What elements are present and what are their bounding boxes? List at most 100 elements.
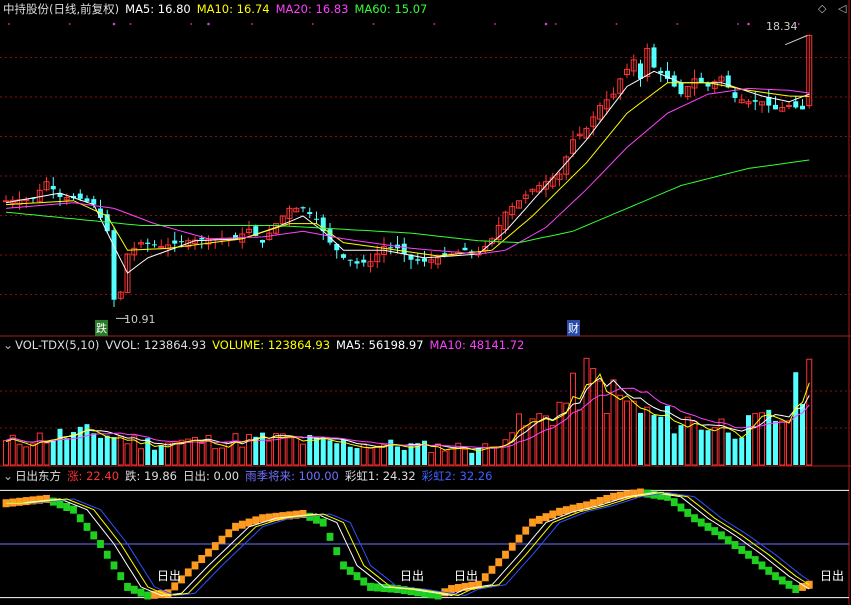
fall-block [387,584,395,593]
fall-block [144,591,152,600]
volume-bar [746,415,751,465]
fall-block [70,505,77,514]
volume-bar [23,446,30,466]
fall-block [319,518,327,527]
volume-bar [469,452,475,465]
volume-bar [678,425,684,465]
volume-bar [64,438,70,465]
rise-block [610,492,617,501]
rise-block [515,534,523,543]
volume-bar [327,440,333,465]
indicator-legend-rainbow2: 彩虹2: 32.26 [421,469,493,483]
volume-bar [307,434,313,465]
fall-block [373,583,381,592]
candle-down [77,193,83,199]
rise-block [9,498,17,507]
sunrise-signal-label: 日出 [454,569,479,583]
triangle-left-icon[interactable]: ◁ [838,2,846,15]
volume-bar [30,443,36,466]
finance-marker: 财 [567,320,580,336]
rise-block [205,548,212,557]
fall-block [110,561,118,570]
candle-down [152,244,157,246]
price-panel-header: 中持股份(日线,前复权) MA5: 16.80 MA10: 16.74 MA20: 1… [0,0,433,18]
volume-bar [314,437,319,465]
volume-bar [300,443,306,466]
volume-bar [617,394,624,466]
fall-block [792,585,800,594]
fall-block [124,582,131,591]
volume-bar [806,358,813,466]
rise-block [252,516,260,525]
rise-block [562,506,570,515]
rise-block [238,520,246,529]
fall-block [724,536,732,545]
stock-chart[interactable] [0,0,851,605]
candle-down [658,70,664,74]
fall-block [677,503,685,512]
candle-down [179,241,184,243]
volume-bar [502,439,509,466]
volume-bar [671,433,677,465]
volume-bar [408,443,414,465]
signal-dot [737,23,739,25]
price-ma20-line [5,87,810,255]
signal-dot [615,23,618,25]
volume-bar [482,443,489,466]
volume-legend-ma10: MA10: 48141.72 [429,338,525,352]
volume-bar [98,437,103,465]
volume-bar [556,401,563,466]
rise-block [596,497,604,506]
diamond-icon[interactable]: ◇ [818,2,826,15]
high-price-label: 18.34 [766,20,798,33]
volume-bar [117,435,124,466]
volume-bar [651,415,657,465]
fall-block [360,577,368,586]
candle-down [199,237,205,240]
volume-bar [603,412,610,466]
candle-down [793,101,799,108]
indicator-legend-fall: 跌: 19.86 [125,469,177,483]
price-legend-ma60: MA60: 15.07 [354,2,428,16]
price-ma5-line [5,70,810,274]
fall-block [751,556,759,565]
fall-block [765,566,773,575]
volume-ma10-line [5,387,810,449]
candle-down [462,247,468,251]
price-legend-ma10: MA10: 16.74 [196,2,270,16]
signal-dot [8,23,10,25]
volume-bar [638,412,643,465]
candle-down [651,47,657,68]
candle-down [401,243,407,255]
candle-down [50,185,56,190]
candle-down [388,247,394,249]
circle-down-icon[interactable]: ⌄ [3,338,13,352]
volume-bar [286,437,293,466]
fall-block [137,588,145,597]
volume-bar [293,436,300,466]
indicator-panel-header: ⌄ 日出东方 涨: 22.40 跌: 19.86 日出: 0.00 雨季将来: 100.0… [0,467,498,485]
fall-block [76,514,84,523]
volume-bar [711,427,718,466]
volume-bar [16,443,23,466]
rise-block [232,522,239,531]
candle-up [3,200,9,203]
candle-down [773,104,778,110]
volume-bar [239,446,246,466]
rise-block [184,568,192,577]
volume-bar [793,372,799,465]
volume-bar [219,447,225,466]
circle-down-icon[interactable]: ⌄ [3,469,13,483]
volume-bar [50,439,56,465]
volume-bar [36,432,43,466]
candle-down [260,239,265,243]
rise-block [211,542,219,551]
candle-up [786,105,792,108]
rise-block [542,513,550,522]
fall-block [56,500,64,509]
volume-bar [232,433,239,466]
candle-down [678,82,684,95]
candle-down [732,92,738,98]
candle-down [300,207,306,209]
volume-bar [212,448,219,466]
